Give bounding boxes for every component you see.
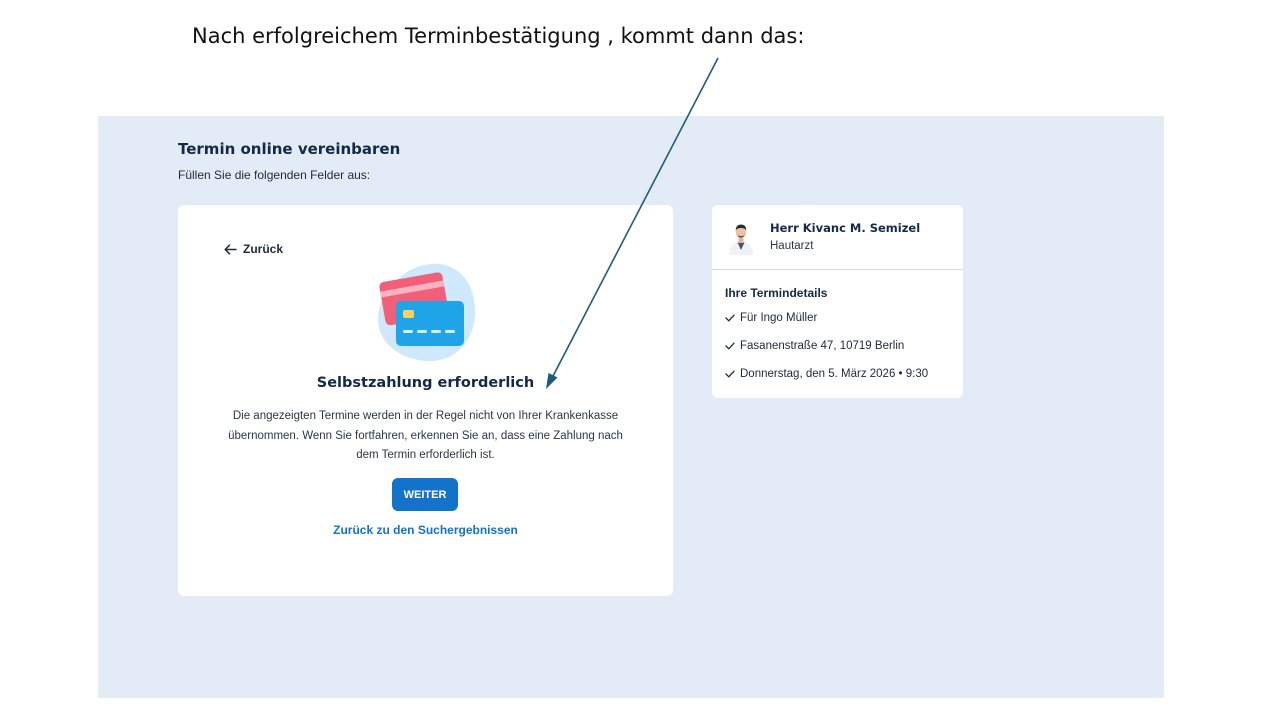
credit-cards-icon (376, 261, 480, 363)
detail-address: Fasanenstraße 47, 10719 Berlin (725, 340, 904, 352)
appointment-summary-card: Herr Kivanc M. Semizel Hautarzt Ihre Ter… (712, 205, 963, 398)
payment-notice-card: Zurück Selbstzahlung erforderlich Die an… (178, 205, 673, 596)
check-icon (725, 342, 735, 350)
detail-datetime: Donnerstag, den 5. März 2026 • 9:30 (725, 368, 928, 380)
appointment-details-title: Ihre Termindetails (725, 286, 828, 300)
arrow-left-icon (224, 243, 237, 255)
page-subtitle: Füllen Sie die folgenden Felder aus: (178, 168, 371, 182)
doctor-name: Herr Kivanc M. Semizel (770, 221, 921, 235)
detail-text: Fasanenstraße 47, 10719 Berlin (740, 340, 905, 352)
payment-description: Die angezeigten Termine werden in der Re… (228, 410, 623, 461)
check-icon (725, 314, 735, 322)
check-icon (725, 370, 735, 378)
doctor-avatar (726, 221, 756, 255)
back-to-results-link[interactable]: Zurück zu den Suchergebnissen (178, 523, 673, 537)
detail-text: Für Ingo Müller (740, 312, 818, 324)
continue-button[interactable]: WEITER (392, 478, 458, 511)
annotation-caption: Nach erfolgreichem Terminbestätigung , k… (192, 24, 805, 48)
detail-text: Donnerstag, den 5. März 2026 • 9:30 (740, 368, 929, 380)
doctor-specialty: Hautarzt (770, 240, 814, 252)
back-link-label: Zurück (243, 242, 284, 256)
back-link[interactable]: Zurück (224, 242, 283, 256)
slide: Nach erfolgreichem Terminbestätigung , k… (0, 0, 1280, 720)
payment-heading: Selbstzahlung erforderlich (316, 375, 535, 391)
page-title: Termin online vereinbaren (178, 140, 401, 158)
detail-patient: Für Ingo Müller (725, 312, 817, 324)
booking-panel: Termin online vereinbaren Füllen Sie die… (98, 116, 1164, 698)
divider (712, 269, 963, 270)
